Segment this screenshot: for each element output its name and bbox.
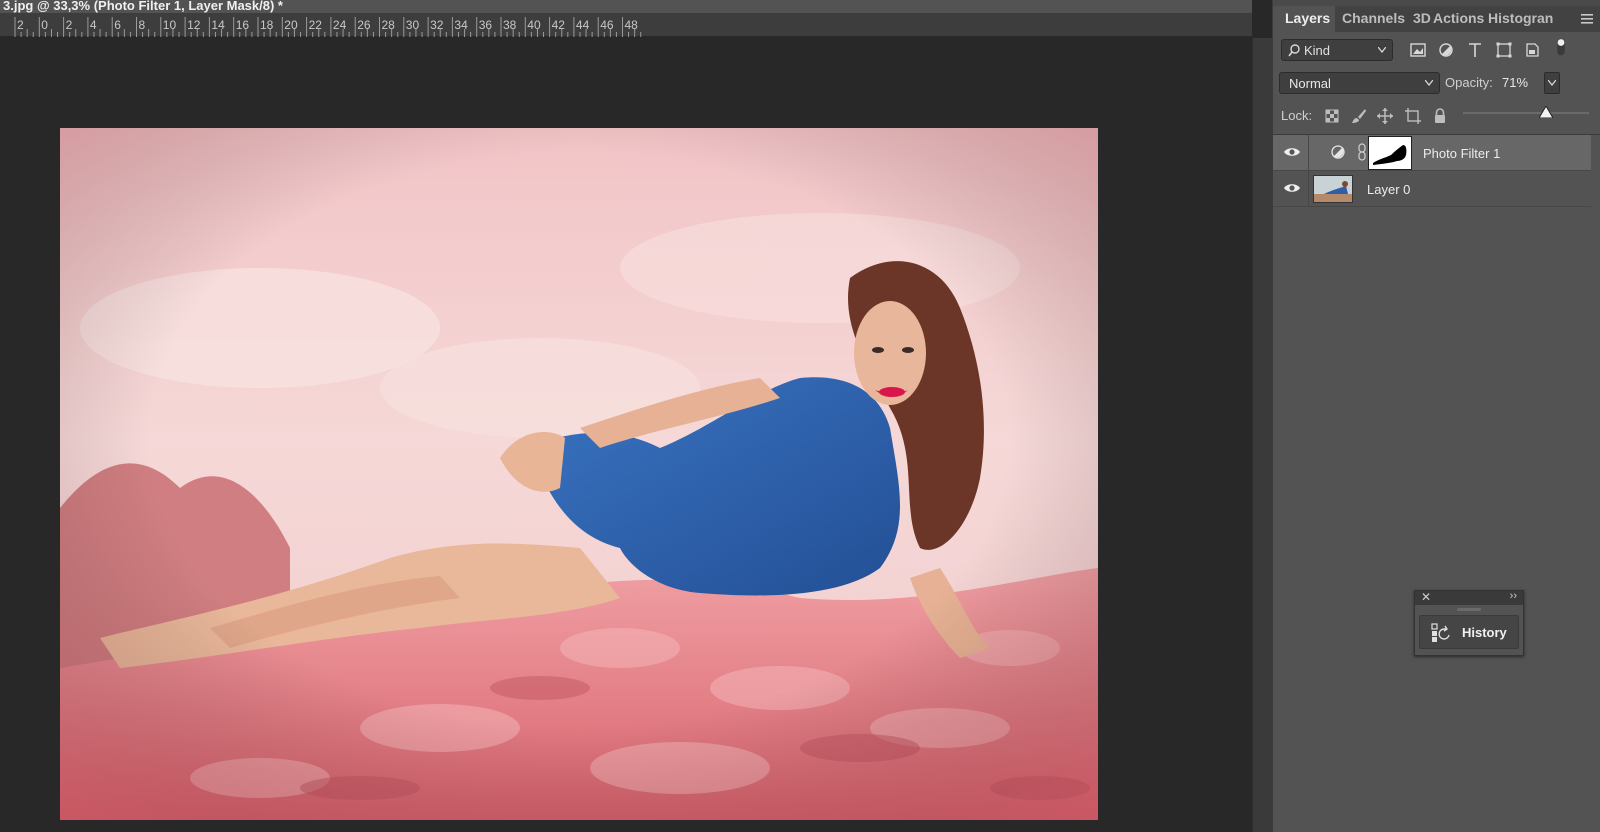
ruler-label: 16 [235, 18, 250, 32]
ruler-label: 8 [138, 18, 146, 32]
layers-list: Photo Filter 1 Layer 0 [1273, 134, 1600, 832]
opacity-label: Opacity: [1445, 75, 1493, 90]
eye-icon [1284, 184, 1300, 192]
history-icon [1431, 623, 1450, 642]
ruler-label: 10 [162, 18, 177, 32]
chevron-down-icon [1378, 47, 1386, 53]
ruler-label: 28 [381, 18, 395, 32]
tab-channels[interactable]: Channels [1342, 10, 1405, 26]
ruler-label: 32 [430, 18, 444, 32]
document-title: 3.jpg @ 33,3% (Photo Filter 1, Layer Mas… [3, 0, 283, 13]
lock-position-icon[interactable] [1376, 107, 1394, 125]
panel-menu-icon[interactable] [1581, 14, 1593, 24]
ruler-label: 2 [17, 18, 24, 32]
lock-pixels-icon[interactable] [1350, 107, 1368, 125]
history-label: History [1462, 625, 1507, 640]
filter-toggle-icon[interactable] [1551, 38, 1571, 56]
ruler-label: 14 [211, 18, 225, 32]
lock-artboard-icon[interactable] [1404, 107, 1422, 125]
history-button[interactable]: History [1419, 615, 1519, 649]
ruler-label: 34 [454, 18, 468, 32]
ruler-label: 4 [89, 18, 97, 32]
adjustment-layer-icon [1331, 145, 1345, 159]
ruler-label: 44 [575, 18, 590, 32]
ruler-label: 30 [405, 18, 420, 32]
ruler-label: 22 [308, 18, 322, 32]
type-filter-icon[interactable] [1465, 41, 1485, 59]
layer-row-layer-0[interactable]: Layer 0 [1273, 171, 1591, 207]
mask-silhouette [1373, 145, 1407, 165]
image-filter-icon[interactable] [1408, 41, 1428, 59]
ruler-label: 36 [478, 18, 493, 32]
ruler-label: 0 [41, 18, 48, 32]
ruler-label: 2 [65, 18, 73, 32]
visibility-toggle[interactable] [1273, 135, 1309, 171]
ruler-label: 18 [260, 18, 274, 32]
document-image[interactable] [60, 128, 1098, 820]
layer-thumbnail-image [1314, 176, 1352, 202]
drag-grip[interactable] [1457, 608, 1481, 611]
blend-mode-value: Normal [1289, 76, 1331, 91]
opacity-dropdown-button[interactable] [1544, 72, 1560, 94]
lock-transparent-icon[interactable] [1323, 107, 1341, 125]
document-tab[interactable]: 3.jpg @ 33,3% (Photo Filter 1, Layer Mas… [0, 0, 1252, 13]
lock-row: Lock: [1273, 103, 1600, 131]
search-icon [1288, 44, 1300, 57]
layer-mask-thumbnail[interactable] [1368, 136, 1412, 170]
lock-all-icon[interactable] [1431, 107, 1449, 125]
layer-row-photo-filter[interactable]: Photo Filter 1 [1273, 135, 1591, 171]
tab-layers[interactable]: Layers [1285, 10, 1330, 26]
tab-3d[interactable]: 3D [1413, 10, 1431, 26]
opacity-slider-thumb[interactable] [1539, 106, 1553, 118]
ruler-label: 12 [187, 18, 201, 32]
layers-panel: Layers Channels 3D Actions Histogran Kin… [1272, 0, 1600, 832]
history-panel-header[interactable]: ✕ ›› [1415, 590, 1523, 605]
ruler-label: 24 [332, 18, 347, 32]
tab-histogram[interactable]: Histogran [1488, 10, 1553, 26]
ruler-label: 6 [114, 18, 121, 32]
layer-name-photo-filter: Photo Filter 1 [1423, 146, 1501, 161]
layer-thumbnail[interactable] [1313, 175, 1353, 203]
lock-label: Lock: [1281, 108, 1313, 123]
horizontal-ruler[interactable]: 2 0 2 4 6 8 10 12 14 16 18 20 22 24 26 28 30 32 34 36 38 40 42… [0, 13, 1252, 37]
ruler-label: 46 [600, 18, 614, 32]
photo-illustration [60, 128, 1098, 820]
eye-icon [1284, 148, 1300, 156]
vertical-scrollbar[interactable] [1252, 38, 1272, 832]
adjustment-filter-icon[interactable] [1436, 41, 1456, 59]
smart-object-filter-icon[interactable] [1522, 41, 1542, 59]
ruler-label: 48 [624, 18, 638, 32]
ruler-label: 26 [357, 18, 371, 32]
layer-name-layer-0: Layer 0 [1367, 182, 1411, 197]
chevron-down-icon [1425, 80, 1433, 86]
history-panel: ✕ ›› History [1414, 590, 1524, 656]
link-chain-icon[interactable] [1357, 143, 1367, 161]
collapse-icon[interactable]: ›› [1510, 590, 1517, 602]
ruler-label: 40 [527, 18, 541, 32]
chevron-down-icon [1548, 80, 1556, 86]
blend-mode-select[interactable]: Normal [1279, 72, 1440, 94]
ruler-label: 20 [284, 18, 298, 32]
panel-tabs: Layers Channels 3D Actions Histogran [1273, 6, 1600, 32]
visibility-toggle[interactable] [1273, 171, 1309, 207]
opacity-slider-track[interactable] [1463, 112, 1589, 114]
ruler-label: 42 [551, 18, 565, 32]
filter-kind-select[interactable]: Kind [1281, 39, 1393, 61]
tab-actions[interactable]: Actions [1433, 10, 1484, 26]
shape-filter-icon[interactable] [1494, 41, 1514, 59]
ruler-label: 38 [503, 18, 517, 32]
filter-kind-label: Kind [1304, 43, 1331, 58]
opacity-input[interactable]: 71% [1502, 75, 1528, 90]
close-icon[interactable]: ✕ [1421, 590, 1431, 604]
